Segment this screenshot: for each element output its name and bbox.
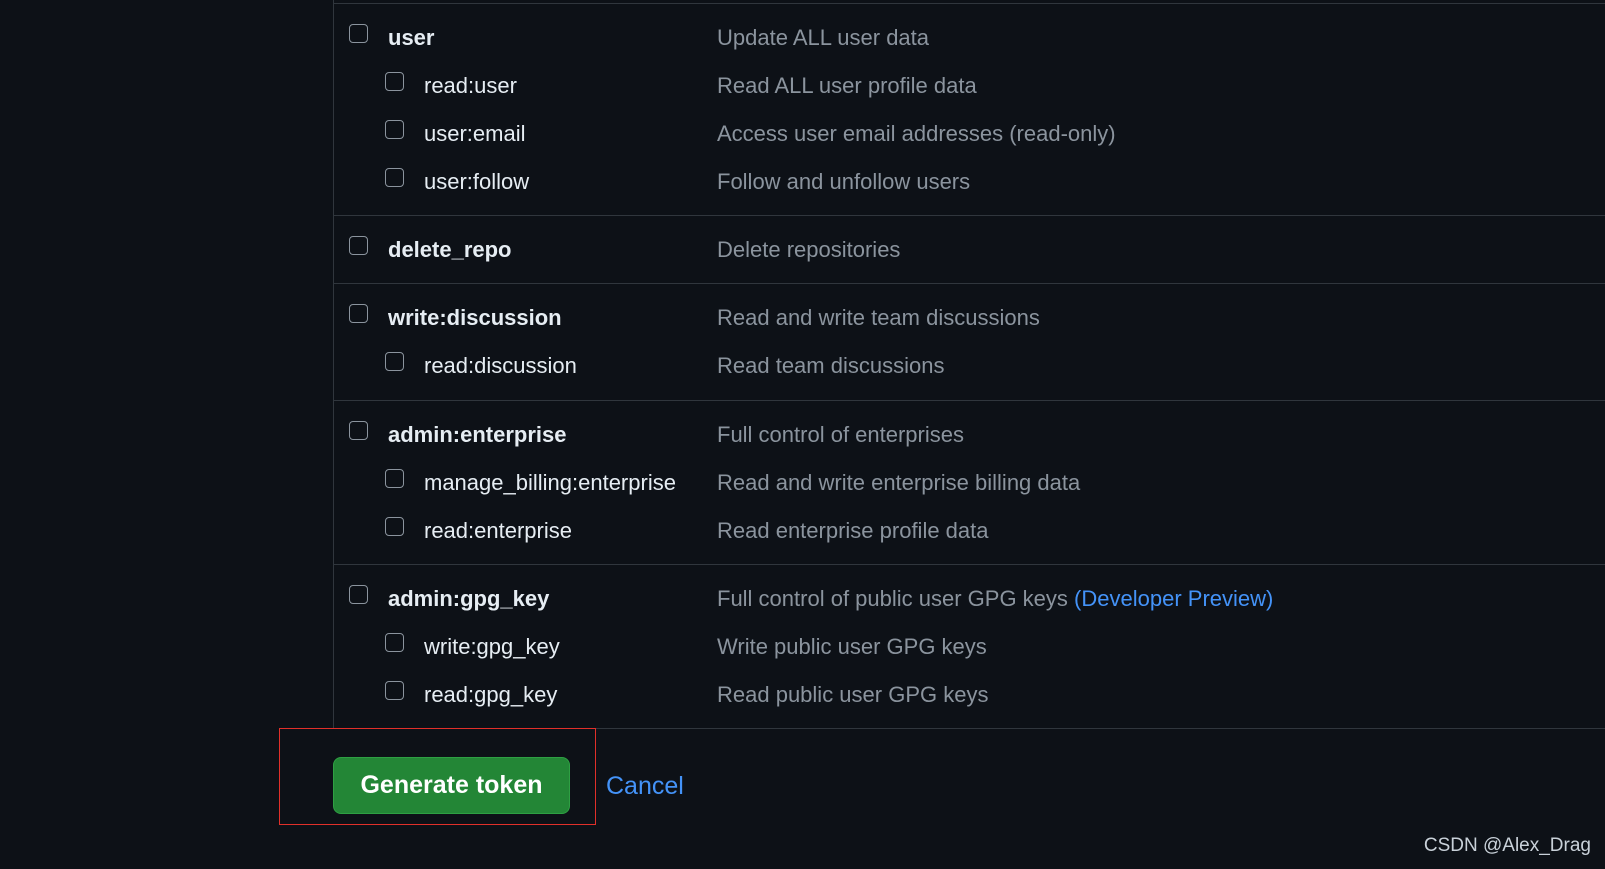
scope-row-read-discussion: read:discussion Read team discussions [334,350,1605,380]
scope-description-admin-gpg-key: Full control of public user GPG keys (De… [717,586,1273,612]
scope-description-read-gpg-key: Read public user GPG keys [717,682,989,707]
scope-description-read-user: Read ALL user profile data [717,73,977,98]
scope-row-user-follow: user:follow Follow and unfollow users [334,166,1605,196]
scope-checkbox-read-enterprise[interactable] [385,517,404,536]
scope-description-user-email: Access user email addresses (read-only) [717,121,1116,146]
scope-row-delete-repo: delete_repo Delete repositories [334,234,1605,264]
scope-row-manage-billing-enterprise: manage_billing:enterprise Read and write… [334,467,1605,497]
scope-checkbox-admin-enterprise[interactable] [349,421,368,440]
scope-row-read-user: read:user Read ALL user profile data [334,70,1605,100]
scope-row-admin-enterprise: admin:enterprise Full control of enterpr… [334,419,1605,449]
scopes-list: user Update ALL user data read:user Read… [333,0,1605,729]
scope-name-user-follow: user:follow [424,169,530,194]
scope-description-write-discussion: Read and write team discussions [717,305,1040,330]
scope-row-user: user Update ALL user data [334,22,1605,52]
scope-checkbox-delete-repo[interactable] [349,236,368,255]
scope-checkbox-user[interactable] [349,24,368,43]
developer-preview-link[interactable]: (Developer Preview) [1074,586,1273,611]
scope-name-write-discussion: write:discussion [388,305,562,330]
scope-name-delete-repo: delete_repo [388,237,512,262]
scope-name-user-email: user:email [424,121,526,146]
scope-checkbox-admin-gpg-key[interactable] [349,585,368,604]
scope-row-user-email: user:email Access user email addresses (… [334,118,1605,148]
scope-description-read-enterprise: Read enterprise profile data [717,518,989,543]
scope-row-read-gpg-key: read:gpg_key Read public user GPG keys [334,679,1605,709]
scope-name-manage-billing-enterprise: manage_billing:enterprise [424,470,676,495]
scope-checkbox-user-email[interactable] [385,120,404,139]
watermark: CSDN @Alex_Drag [1423,835,1591,856]
scope-description-text: Full control of public user GPG keys [717,586,1068,611]
scope-row-write-discussion: write:discussion Read and write team dis… [334,302,1605,332]
scope-name-read-user: read:user [424,73,517,98]
scope-group-admin-enterprise: admin:enterprise Full control of enterpr… [334,401,1605,565]
scope-group-delete-repo: delete_repo Delete repositories [334,216,1605,284]
scope-group-user: user Update ALL user data read:user Read… [334,4,1605,216]
scope-name-read-gpg-key: read:gpg_key [424,682,558,707]
scope-name-read-enterprise: read:enterprise [424,518,572,543]
scope-name-read-discussion: read:discussion [424,353,577,378]
generate-token-button[interactable]: Generate token [333,757,570,814]
scope-checkbox-manage-billing-enterprise[interactable] [385,469,404,488]
scope-name-admin-enterprise: admin:enterprise [388,422,567,447]
scope-description-user-follow: Follow and unfollow users [717,169,971,194]
scope-group-admin-gpg-key: admin:gpg_key Full control of public use… [334,565,1605,729]
scope-checkbox-write-discussion[interactable] [349,304,368,323]
scope-group-write-discussion: write:discussion Read and write team dis… [334,284,1605,401]
scope-description-write-gpg-key: Write public user GPG keys [717,634,987,659]
scope-description-user: Update ALL user data [717,25,930,50]
scope-checkbox-user-follow[interactable] [385,168,404,187]
scope-description-read-discussion: Read team discussions [717,353,945,378]
scope-name-write-gpg-key: write:gpg_key [424,634,560,659]
scope-description-delete-repo: Delete repositories [717,237,901,262]
cancel-link[interactable]: Cancel [606,771,684,801]
scope-checkbox-read-discussion[interactable] [385,352,404,371]
scope-row-read-enterprise: read:enterprise Read enterprise profile … [334,515,1605,545]
scope-description-admin-enterprise: Full control of enterprises [717,422,964,447]
scope-checkbox-write-gpg-key[interactable] [385,633,404,652]
scope-checkbox-read-gpg-key[interactable] [385,681,404,700]
scope-checkbox-read-user[interactable] [385,72,404,91]
scope-name-user: user [388,25,435,50]
scope-name-admin-gpg-key: admin:gpg_key [388,586,550,611]
scope-description-manage-billing-enterprise: Read and write enterprise billing data [717,470,1081,495]
scope-row-write-gpg-key: write:gpg_key Write public user GPG keys [334,631,1605,661]
scope-row-admin-gpg-key: admin:gpg_key Full control of public use… [334,583,1605,613]
